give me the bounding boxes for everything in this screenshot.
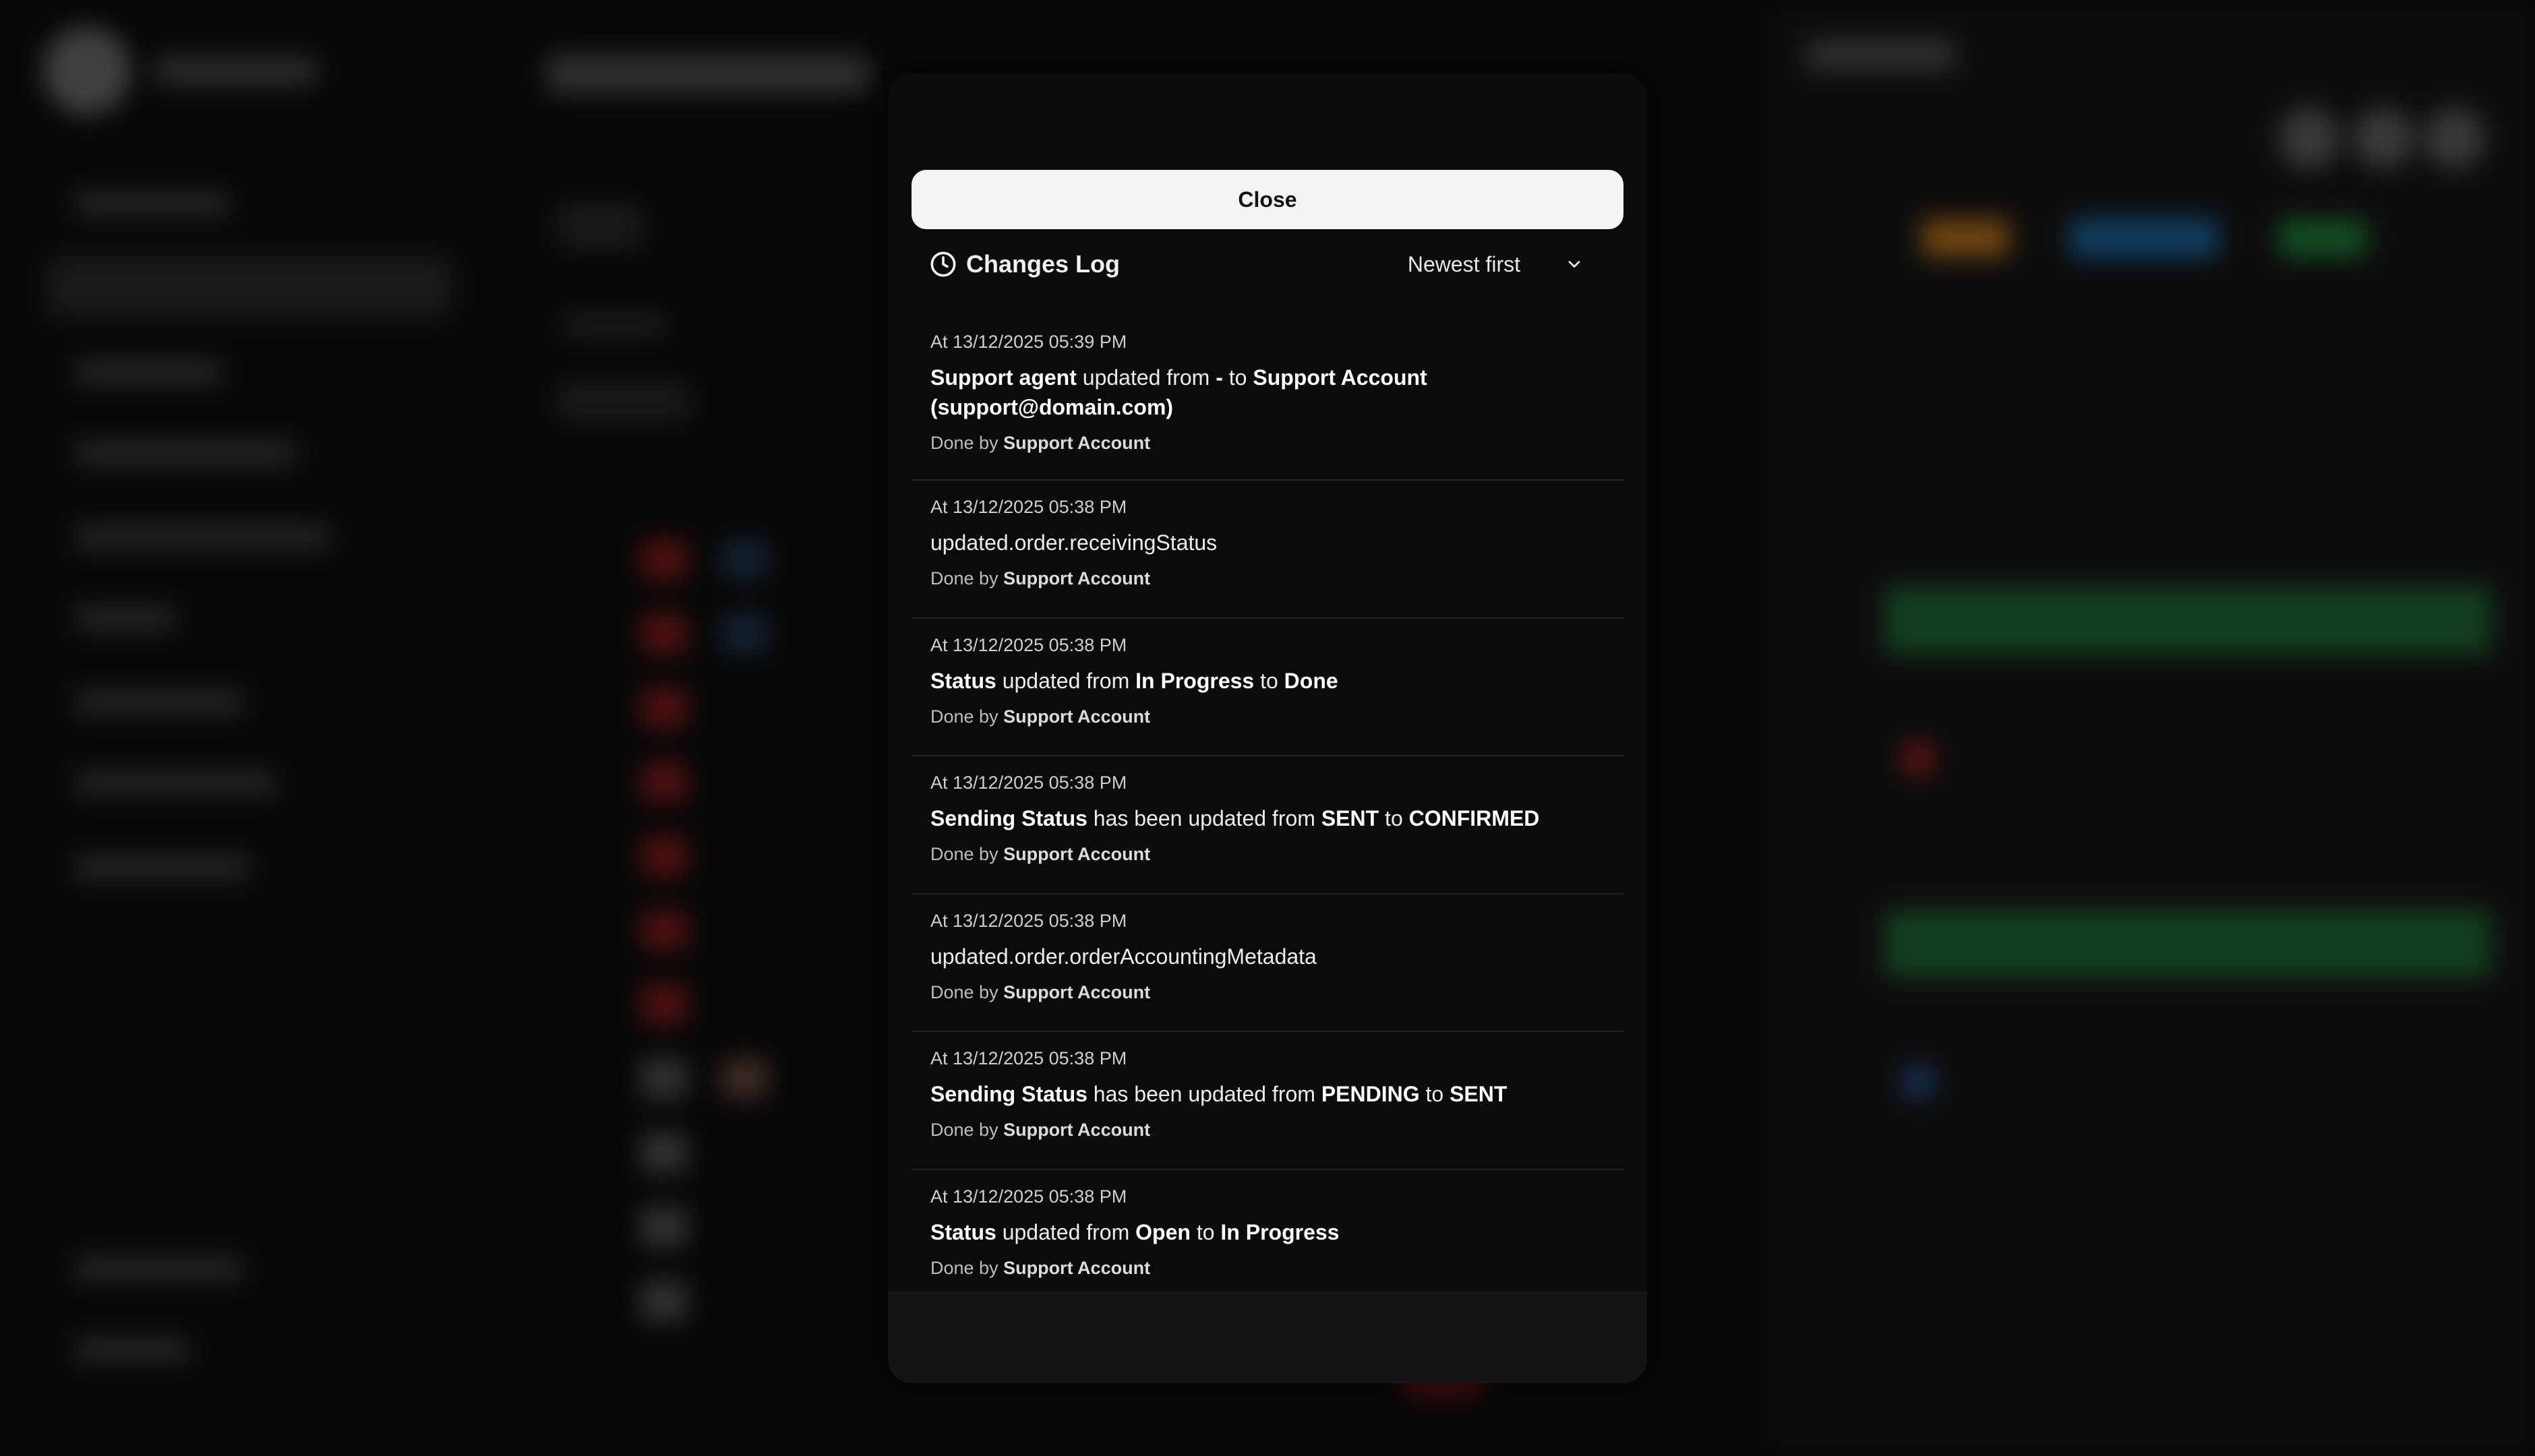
- log-entry-timestamp: At 13/12/2025 05:39 PM: [930, 332, 1127, 352]
- log-entry: At 13/12/2025 05:38 PM Status updated fro…: [912, 1170, 1623, 1308]
- log-entry-timestamp: At 13/12/2025 05:38 PM: [930, 1048, 1127, 1068]
- log-entry-text: updated.order.orderAccountingMetadata: [930, 944, 1317, 969]
- background-sidebar: [0, 0, 526, 1456]
- log-entry-timestamp: At 13/12/2025 05:38 PM: [930, 772, 1127, 793]
- log-entry-author: Support Account: [1003, 1120, 1151, 1140]
- log-entry: At 13/12/2025 05:38 PM updated.order.orde…: [912, 894, 1623, 1032]
- log-entry-text: has been updated from: [1087, 1082, 1321, 1106]
- log-entry: At 13/12/2025 05:38 PM Sending Status has…: [912, 756, 1623, 894]
- log-entry-value: In Progress: [1135, 668, 1255, 693]
- log-entry-text: to: [1419, 1082, 1450, 1106]
- changes-log-modal: Changes Log Newest first At 13/12/2025 0…: [888, 73, 1647, 1383]
- log-entry-author: Support Account: [1003, 844, 1151, 864]
- log-entry-description: updated.order.receivingStatus: [930, 528, 1578, 557]
- log-entry-description: Status updated from Open to In Progress: [930, 1217, 1578, 1247]
- log-entry-text: to: [1190, 1219, 1221, 1244]
- log-entry-author: Support Account: [1003, 433, 1151, 453]
- log-entry-value: In Progress: [1220, 1219, 1340, 1244]
- modal-header: Changes Log Newest first: [930, 243, 1604, 286]
- clock-icon: [930, 251, 957, 278]
- log-entry-value: SENT: [1450, 1082, 1508, 1106]
- log-entry-author-prefix: Done by: [930, 568, 1004, 588]
- chevron-down-icon: [1565, 255, 1584, 274]
- log-entry-author-line: Done by Support Account: [930, 431, 1623, 454]
- log-entry: At 13/12/2025 05:39 PM Support agent upda…: [912, 315, 1623, 481]
- log-entry-author-line: Done by Support Account: [930, 843, 1623, 866]
- log-entry-description: Sending Status has been updated from PEN…: [930, 1079, 1578, 1109]
- log-entry-author-line: Done by Support Account: [930, 705, 1623, 728]
- log-entry-author-line: Done by Support Account: [930, 567, 1623, 590]
- log-entry-author: Support Account: [1003, 568, 1151, 588]
- log-entry-author-line: Done by Support Account: [930, 1256, 1623, 1279]
- log-entry-author: Support Account: [1003, 981, 1151, 1002]
- log-entry-value: -: [1216, 365, 1223, 390]
- log-entry-description: Sending Status has been updated from SEN…: [930, 803, 1578, 833]
- modal-footer: [888, 1292, 1647, 1383]
- log-entry-value: Sending Status: [930, 1082, 1087, 1106]
- log-entry-text: updated from: [996, 1219, 1136, 1244]
- log-entry-description: updated.order.orderAccountingMetadata: [930, 942, 1578, 971]
- log-entry-text: to: [1379, 806, 1409, 830]
- log-entry-value: Status: [930, 668, 996, 693]
- log-entry-value: CONFIRMED: [1408, 806, 1540, 830]
- log-entry-author-prefix: Done by: [930, 433, 1004, 453]
- log-entry-author: Support Account: [1003, 1257, 1151, 1278]
- log-entry-value: Done: [1284, 668, 1338, 693]
- log-entry: At 13/12/2025 05:38 PM updated.order.rece…: [912, 481, 1623, 619]
- log-entry-timestamp: At 13/12/2025 05:38 PM: [930, 634, 1127, 655]
- log-entry-value: Sending Status: [930, 806, 1087, 830]
- log-entry-author-prefix: Done by: [930, 844, 1004, 864]
- log-entry-author-line: Done by Support Account: [930, 981, 1623, 1004]
- log-entry-text: updated from: [1076, 365, 1216, 390]
- log-entry-value: PENDING: [1321, 1082, 1420, 1106]
- log-entry-text: to: [1222, 365, 1253, 390]
- log-entry-timestamp: At 13/12/2025 05:38 PM: [930, 1186, 1127, 1207]
- log-entry-author-prefix: Done by: [930, 1120, 1004, 1140]
- close-button[interactable]: Close: [912, 170, 1623, 229]
- log-entry-description: Status updated from In Progress to Done: [930, 666, 1578, 696]
- log-entry-value: Status: [930, 1219, 996, 1244]
- changes-log-list: At 13/12/2025 05:39 PM Support agent upda…: [912, 315, 1623, 1308]
- log-entry-value: Support agent: [930, 365, 1077, 390]
- log-entry-value: Open: [1135, 1219, 1191, 1244]
- log-entry-author: Support Account: [1003, 706, 1151, 727]
- log-entry-description: Support agent updated from - to Support …: [930, 363, 1578, 422]
- log-entry: At 13/12/2025 05:38 PM Sending Status has…: [912, 1032, 1623, 1170]
- modal-title: Changes Log: [966, 250, 1121, 278]
- log-entry-author-prefix: Done by: [930, 706, 1004, 727]
- log-entry-text: to: [1254, 668, 1284, 693]
- log-entry-text: updated from: [996, 668, 1136, 693]
- sort-order-select[interactable]: Newest first: [1408, 243, 1584, 286]
- modal-title-wrap: Changes Log: [930, 243, 1120, 286]
- log-entry-author-line: Done by Support Account: [930, 1118, 1623, 1141]
- log-entry: At 13/12/2025 05:38 PM Status updated fro…: [912, 619, 1623, 756]
- log-entry-author-prefix: Done by: [930, 981, 1004, 1002]
- log-entry-timestamp: At 13/12/2025 05:38 PM: [930, 910, 1127, 931]
- log-entry-timestamp: At 13/12/2025 05:38 PM: [930, 497, 1127, 517]
- log-entry-value: SENT: [1321, 806, 1379, 830]
- background-detail-panel: [1766, 0, 2535, 1456]
- log-entry-text: updated.order.receivingStatus: [930, 530, 1218, 555]
- sort-order-value: Newest first: [1407, 251, 1520, 276]
- log-entry-text: has been updated from: [1087, 806, 1321, 830]
- log-entry-author-prefix: Done by: [930, 1257, 1004, 1278]
